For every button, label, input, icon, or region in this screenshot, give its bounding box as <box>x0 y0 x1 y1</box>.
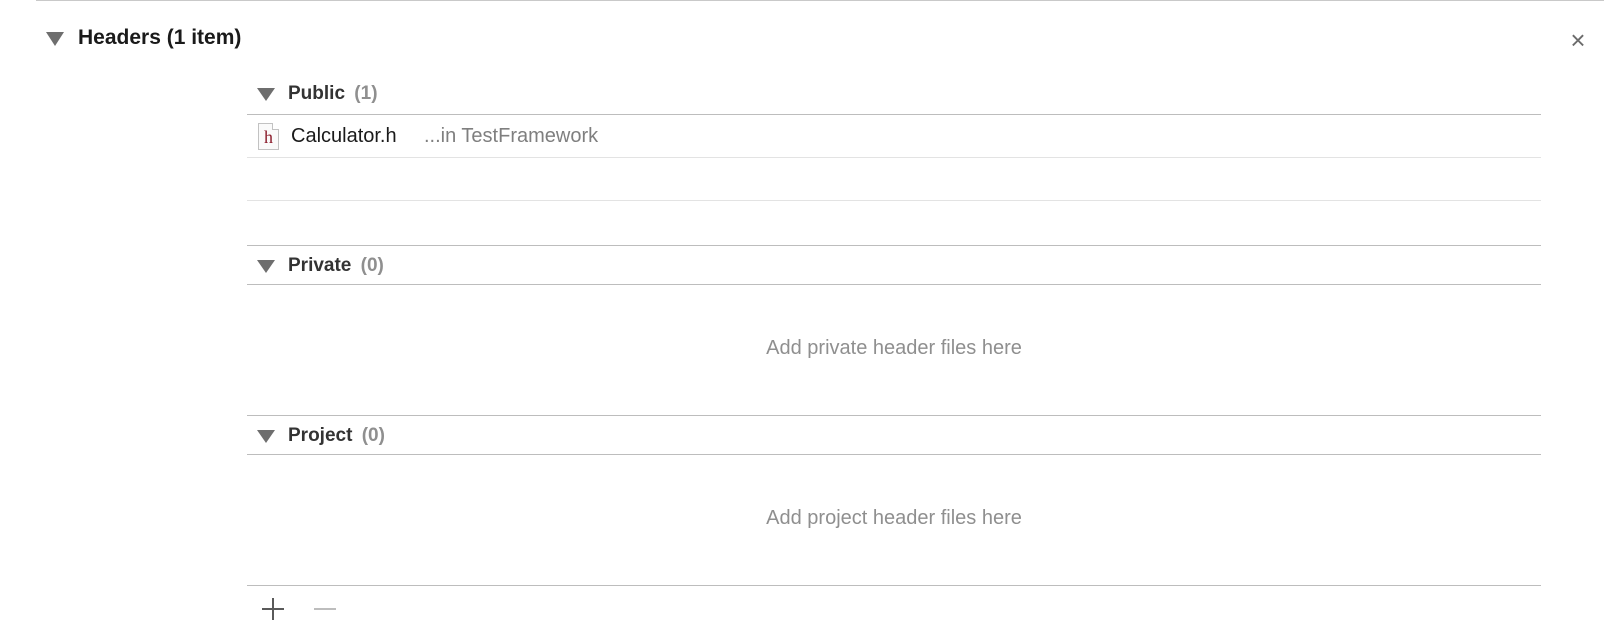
file-location: ...in TestFramework <box>424 125 599 147</box>
top-divider <box>36 0 1604 1</box>
private-placeholder: Add private header files here <box>766 337 1022 359</box>
headers-content: Public (1) h Calculator.h ...in TestFram… <box>247 72 1541 586</box>
remove-header-button[interactable] <box>310 594 340 624</box>
file-name: Calculator.h <box>291 125 397 147</box>
private-disclosure-triangle-icon[interactable] <box>257 260 275 273</box>
add-header-button[interactable] <box>258 594 288 624</box>
section-label-project: Project <box>288 425 353 446</box>
header-file-icon: h <box>258 123 279 150</box>
public-disclosure-triangle-icon[interactable] <box>257 88 275 101</box>
empty-list-row <box>247 158 1541 201</box>
section-header-project[interactable]: Project (0) <box>247 416 1541 455</box>
list-toolbar <box>258 594 358 624</box>
section-label-private: Private <box>288 255 352 276</box>
file-row-calculator-h[interactable]: h Calculator.h ...in TestFramework <box>247 115 1541 158</box>
project-disclosure-triangle-icon[interactable] <box>257 430 275 443</box>
section-header-private[interactable]: Private (0) <box>247 246 1541 285</box>
section-count-private: (0) <box>360 255 384 276</box>
section-label-public: Public <box>288 83 346 104</box>
empty-list-row <box>247 201 1541 246</box>
project-placeholder: Add project header files here <box>766 507 1022 529</box>
section-header-public[interactable]: Public (1) <box>247 72 1541 115</box>
project-drop-area[interactable]: Add project header files here <box>247 455 1541 586</box>
section-count-project: (0) <box>361 425 385 446</box>
headers-disclosure-triangle-icon[interactable] <box>46 32 64 46</box>
private-drop-area[interactable]: Add private header files here <box>247 285 1541 416</box>
close-phase-button[interactable]: × <box>1562 24 1594 56</box>
phase-title: Headers (1 item) <box>78 26 242 49</box>
section-count-public: (1) <box>354 83 378 104</box>
